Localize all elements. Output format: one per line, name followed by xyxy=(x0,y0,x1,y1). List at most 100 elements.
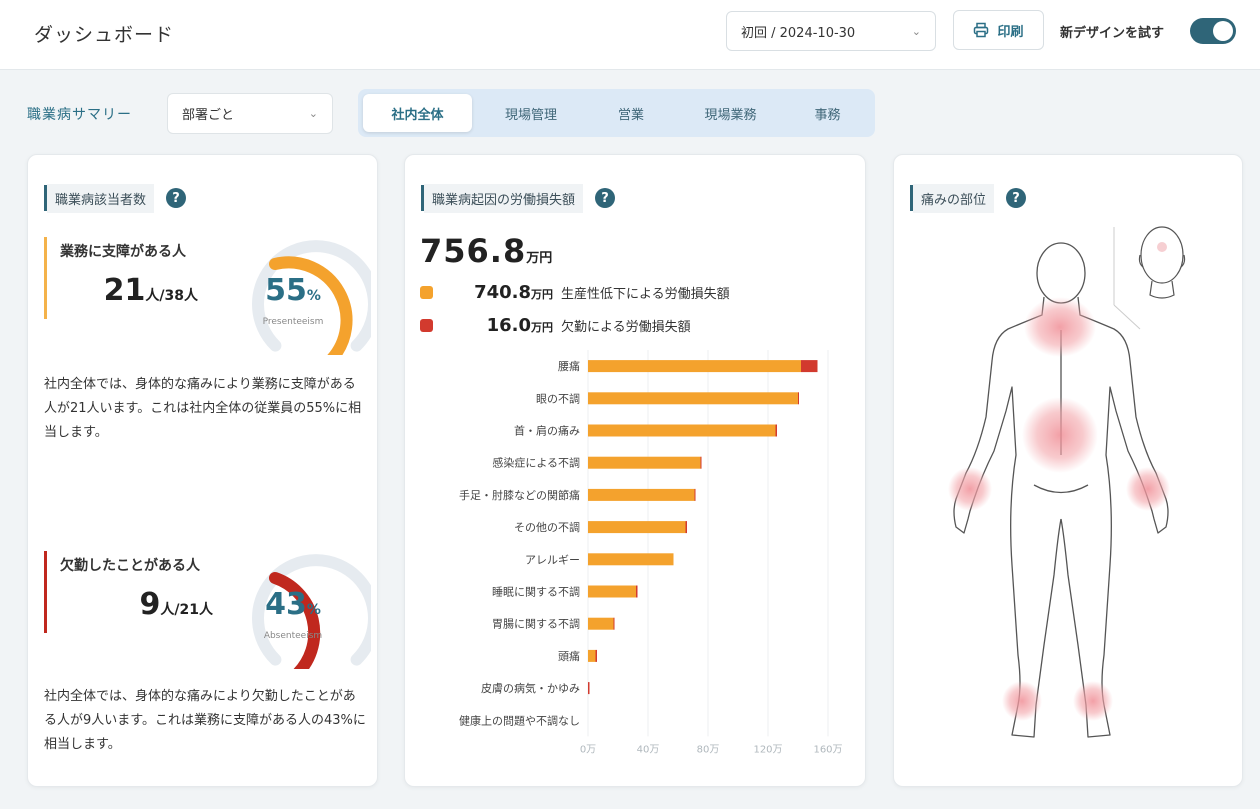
affected-count-card: 職業病該当者数 ? 業務に支障がある人 21人/38人 55% Presente… xyxy=(27,154,378,787)
category-label: 首・肩の痛み xyxy=(514,424,580,438)
pain-area-right-ankle xyxy=(1073,681,1113,721)
x-tick-label: 0万 xyxy=(580,744,596,755)
absenteeism-count: 9人/21人 xyxy=(68,587,213,622)
legend-productivity: 740.8万円 生産性低下による労働損失額 xyxy=(420,282,730,303)
category-label: アレルギー xyxy=(525,553,580,566)
tab-sales[interactable]: 営業 xyxy=(586,94,676,132)
bar-productivity-loss xyxy=(588,456,701,469)
new-design-toggle[interactable] xyxy=(1190,18,1236,44)
presenteeism-percent: 55% xyxy=(223,273,363,308)
tab-site-operations[interactable]: 現場業務 xyxy=(678,94,783,132)
bar-absence-loss xyxy=(613,617,615,630)
absenteeism-percent: 43% xyxy=(223,587,363,622)
help-icon[interactable]: ? xyxy=(166,188,187,208)
presenteeism-accent-bar xyxy=(44,237,47,319)
total-loss-value: 756.8 xyxy=(420,232,527,270)
absenteeism-description: 社内全体では、身体的な痛みにより欠勤したことがある人が9人います。これは業務に支… xyxy=(44,689,366,752)
bar-absence-loss xyxy=(775,424,777,437)
pain-area-neck-shoulder xyxy=(1024,297,1096,357)
bar-absence-loss xyxy=(801,360,818,373)
card-title: 職業病起因の労働損失額 ? xyxy=(421,183,616,213)
legend-absence: 16.0万円 欠勤による労働損失額 xyxy=(420,315,691,336)
bar-productivity-loss xyxy=(588,392,798,405)
legend-value-number: 16.0 xyxy=(486,314,531,336)
x-tick-label: 160万 xyxy=(813,744,842,755)
presenteeism-label: 業務に支障がある人 xyxy=(60,244,186,260)
new-design-label: 新デザインを試す xyxy=(1060,26,1165,41)
print-button[interactable]: 印刷 xyxy=(953,10,1044,50)
chevron-down-icon: ⌄ xyxy=(308,107,318,120)
category-label: 感染症による不調 xyxy=(492,456,580,470)
category-label: 腰痛 xyxy=(558,359,580,373)
category-label: 睡眠に関する不調 xyxy=(492,585,580,599)
total-loss-unit: 万円 xyxy=(526,251,553,266)
x-tick-label: 80万 xyxy=(697,744,720,755)
bar-productivity-loss xyxy=(588,617,614,630)
legend-value-unit: 万円 xyxy=(531,320,553,334)
legend-label: 欠勤による労働損失額 xyxy=(561,319,691,335)
bar-productivity-loss xyxy=(588,521,686,534)
legend-swatch xyxy=(420,285,433,299)
divider-line xyxy=(1113,304,1141,330)
legend-value-unit: 万円 xyxy=(531,287,553,301)
category-label: 胃腸に関する不調 xyxy=(492,617,580,631)
legend-label: 生産性低下による労働損失額 xyxy=(561,286,730,302)
category-label: 眼の不調 xyxy=(536,391,580,405)
absenteeism-count-unit: 人/21人 xyxy=(160,602,213,618)
legend-swatch xyxy=(420,318,433,332)
bar-absence-loss xyxy=(685,521,687,534)
bar-absence-loss xyxy=(636,585,638,598)
bar-absence-loss xyxy=(588,682,590,695)
pain-area-left-ankle xyxy=(1002,681,1042,721)
loss-by-condition-chart: 0万 40万 80万 120万 160万 腰痛眼の不調首・肩の痛み感染症による不調手足・肘… xyxy=(459,350,843,755)
presenteeism-caption: Presenteeism xyxy=(262,317,324,327)
legend-value-number: 740.8 xyxy=(474,281,531,303)
tab-all[interactable]: 社内全体 xyxy=(363,94,472,132)
category-label: 健康上の問題や不調なし xyxy=(459,713,580,727)
bar-productivity-loss xyxy=(588,360,801,373)
absenteeism-count-value: 9 xyxy=(139,587,161,622)
absenteeism-caption: Absenteeism xyxy=(263,631,323,641)
legend-value: 740.8万円 xyxy=(433,282,553,303)
presenteeism-count-unit: 人/38人 xyxy=(145,288,198,304)
head-detail-icon xyxy=(1138,226,1186,299)
bar-productivity-loss xyxy=(588,488,695,501)
percent-sign: % xyxy=(306,288,321,304)
department-select-value: 部署ごと xyxy=(182,108,235,123)
top-header: ダッシュボード 初回 / 2024-10-30 ⌄ 印刷 新デザインを試す xyxy=(0,0,1260,70)
category-label: 頭痛 xyxy=(558,649,580,663)
pain-area-lower-back xyxy=(1022,397,1098,473)
bar-absence-loss xyxy=(700,456,702,469)
absenteeism-label: 欠勤したことがある人 xyxy=(60,558,200,574)
absenteeism-accent-bar xyxy=(44,551,47,633)
summary-label: 職業病サマリー xyxy=(27,107,132,123)
bar-productivity-loss xyxy=(588,585,636,598)
category-label: 手足・肘膝などの関節痛 xyxy=(459,488,580,502)
legend-value: 16.0万円 xyxy=(433,315,553,336)
x-tick-label: 120万 xyxy=(753,744,782,755)
help-icon[interactable]: ? xyxy=(595,188,616,208)
pain-location-card: 痛みの部位 ? xyxy=(893,154,1243,787)
bar-productivity-loss xyxy=(588,553,674,566)
percent-sign: % xyxy=(306,602,321,618)
tab-office[interactable]: 事務 xyxy=(785,94,870,132)
department-select[interactable]: 部署ごと ⌄ xyxy=(167,93,333,134)
bar-absence-loss xyxy=(694,488,696,501)
card-title-text: 職業病該当者数 xyxy=(47,183,155,213)
presenteeism-count-value: 21 xyxy=(103,273,146,308)
tab-site-management[interactable]: 現場管理 xyxy=(478,94,584,132)
bar-absence-loss xyxy=(595,649,597,662)
presenteeism-description: 社内全体では、身体的な痛みにより業務に支障がある人が21人います。これは社内全体… xyxy=(44,377,362,440)
body-map xyxy=(948,226,1186,738)
presenteeism-percent-value: 55 xyxy=(265,273,307,308)
presenteeism-count: 21人/38人 xyxy=(68,273,198,308)
category-label: その他の不調 xyxy=(514,520,580,534)
date-select[interactable]: 初回 / 2024-10-30 ⌄ xyxy=(726,11,936,51)
bar-absence-loss xyxy=(798,392,799,405)
card-title: 職業病該当者数 ? xyxy=(44,183,187,213)
date-select-value: 初回 / 2024-10-30 xyxy=(741,25,856,41)
pain-area-left-wrist xyxy=(948,467,992,511)
pain-area-right-wrist xyxy=(1126,467,1170,511)
chevron-down-icon: ⌄ xyxy=(911,24,921,38)
toggle-knob xyxy=(1213,21,1233,41)
